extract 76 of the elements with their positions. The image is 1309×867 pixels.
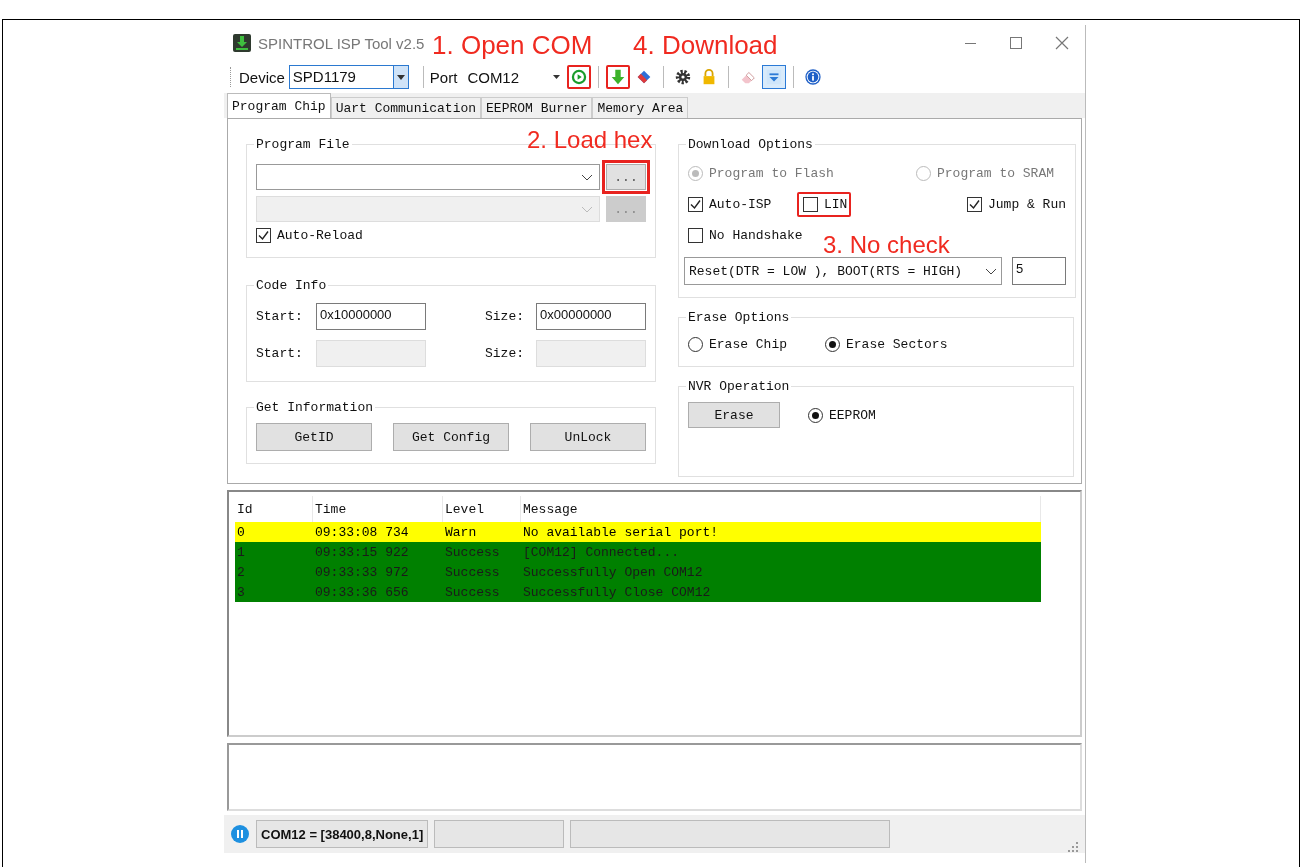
connection-status: COM12 = [38400,8,None,1]	[256, 820, 429, 848]
checkbox[interactable]	[688, 197, 703, 212]
radio-label: Erase Chip	[709, 337, 787, 352]
chevron-icon	[985, 267, 997, 275]
table-cell: 09:33:15 922	[313, 542, 443, 562]
table-cell: Successfully Close COM12	[521, 582, 1041, 602]
table-cell: 0	[235, 522, 313, 542]
checkbox[interactable]	[803, 197, 818, 212]
checkbox-label: LIN	[824, 197, 848, 212]
tab[interactable]: Program Chip	[227, 93, 331, 118]
group-title: Download Options	[687, 137, 814, 152]
checkbox-label: Auto-ISP	[709, 197, 772, 212]
table-cell: 3	[235, 582, 313, 602]
annotation-text: 2. Load hex	[527, 128, 653, 152]
table-cell: 2	[235, 562, 313, 582]
table-cell: Success	[443, 562, 521, 582]
retries-field[interactable]: 5	[1012, 257, 1066, 285]
file-dropdown[interactable]	[256, 164, 600, 190]
table-cell: Warn	[443, 522, 521, 542]
chevron-icon	[581, 173, 593, 181]
app-icon	[232, 33, 252, 53]
group-title: Get Information	[255, 400, 375, 415]
port-dropdown[interactable]: COM12	[461, 68, 567, 86]
table-cell: 09:33:33 972	[313, 562, 443, 582]
pause-icon[interactable]	[230, 824, 250, 844]
checkbox-label: No Handshake	[709, 228, 803, 243]
tab[interactable]: Memory Area	[592, 97, 689, 118]
table-cell: [COM12] Connected...	[521, 542, 1041, 562]
start-field[interactable]: 0x10000000	[316, 303, 426, 330]
table-cell: 1	[235, 542, 313, 562]
action-button[interactable]: UnLock	[530, 423, 646, 451]
checkbox[interactable]	[967, 197, 982, 212]
group-title: Code Info	[255, 278, 328, 293]
size-label: Size:	[485, 309, 524, 324]
port-label: Port	[429, 68, 458, 86]
chevron-icon	[581, 205, 593, 213]
radio-button[interactable]	[825, 337, 840, 352]
device-dropdown[interactable]: SPD1179	[288, 65, 409, 89]
tab[interactable]: EEPROM Burner	[481, 97, 593, 118]
checkbox[interactable]	[688, 228, 703, 243]
erase-button[interactable]: Erase	[688, 402, 780, 428]
reset-mode-dropdown[interactable]: Reset(DTR = LOW ), BOOT(RTS = HIGH)	[684, 257, 1002, 285]
table-cell: Success	[443, 542, 521, 562]
start-label: Start:	[256, 346, 304, 361]
table-cell: 09:33:08 734	[313, 522, 443, 542]
group-title: NVR Operation	[687, 379, 791, 394]
start-label: Start:	[256, 309, 304, 324]
annotation-text: 4. Download	[633, 32, 778, 58]
checkbox-label: Auto-Reload	[277, 228, 363, 243]
radio-label: Erase Sectors	[846, 337, 948, 352]
table-cell: Success	[443, 582, 521, 602]
action-button[interactable]: Get Config	[393, 423, 509, 451]
action-button[interactable]: GetID	[256, 423, 372, 451]
radio-label: Program to Flash	[709, 166, 834, 181]
size-label: Size:	[485, 346, 524, 361]
radio-button[interactable]	[688, 337, 703, 352]
device-label: Device	[239, 68, 285, 86]
tab[interactable]: Uart Communication	[330, 97, 482, 118]
radio-label: EEPROM	[829, 407, 876, 423]
checkbox[interactable]	[256, 228, 271, 243]
window-title: SPINTROL ISP Tool v2.5	[258, 34, 425, 52]
table-cell: Successfully Open COM12	[521, 562, 1041, 582]
radio-button[interactable]	[808, 407, 823, 423]
checkbox-label: Jump & Run	[988, 197, 1066, 212]
table-cell: 09:33:36 656	[313, 582, 443, 602]
caret-icon	[396, 74, 405, 80]
table-cell: No available serial port!	[521, 522, 1041, 542]
size-field[interactable]: 0x00000000	[536, 303, 646, 330]
annotation-text: 1. Open COM	[432, 32, 593, 58]
resize-grip-icon[interactable]	[1067, 841, 1079, 853]
annotation-text: 3. No check	[823, 233, 950, 257]
size-field[interactable]	[536, 340, 646, 367]
group-title: Erase Options	[687, 310, 791, 325]
caret-icon	[553, 75, 561, 79]
group-title: Program File	[255, 137, 351, 152]
radio-label: Program to SRAM	[937, 166, 1055, 181]
